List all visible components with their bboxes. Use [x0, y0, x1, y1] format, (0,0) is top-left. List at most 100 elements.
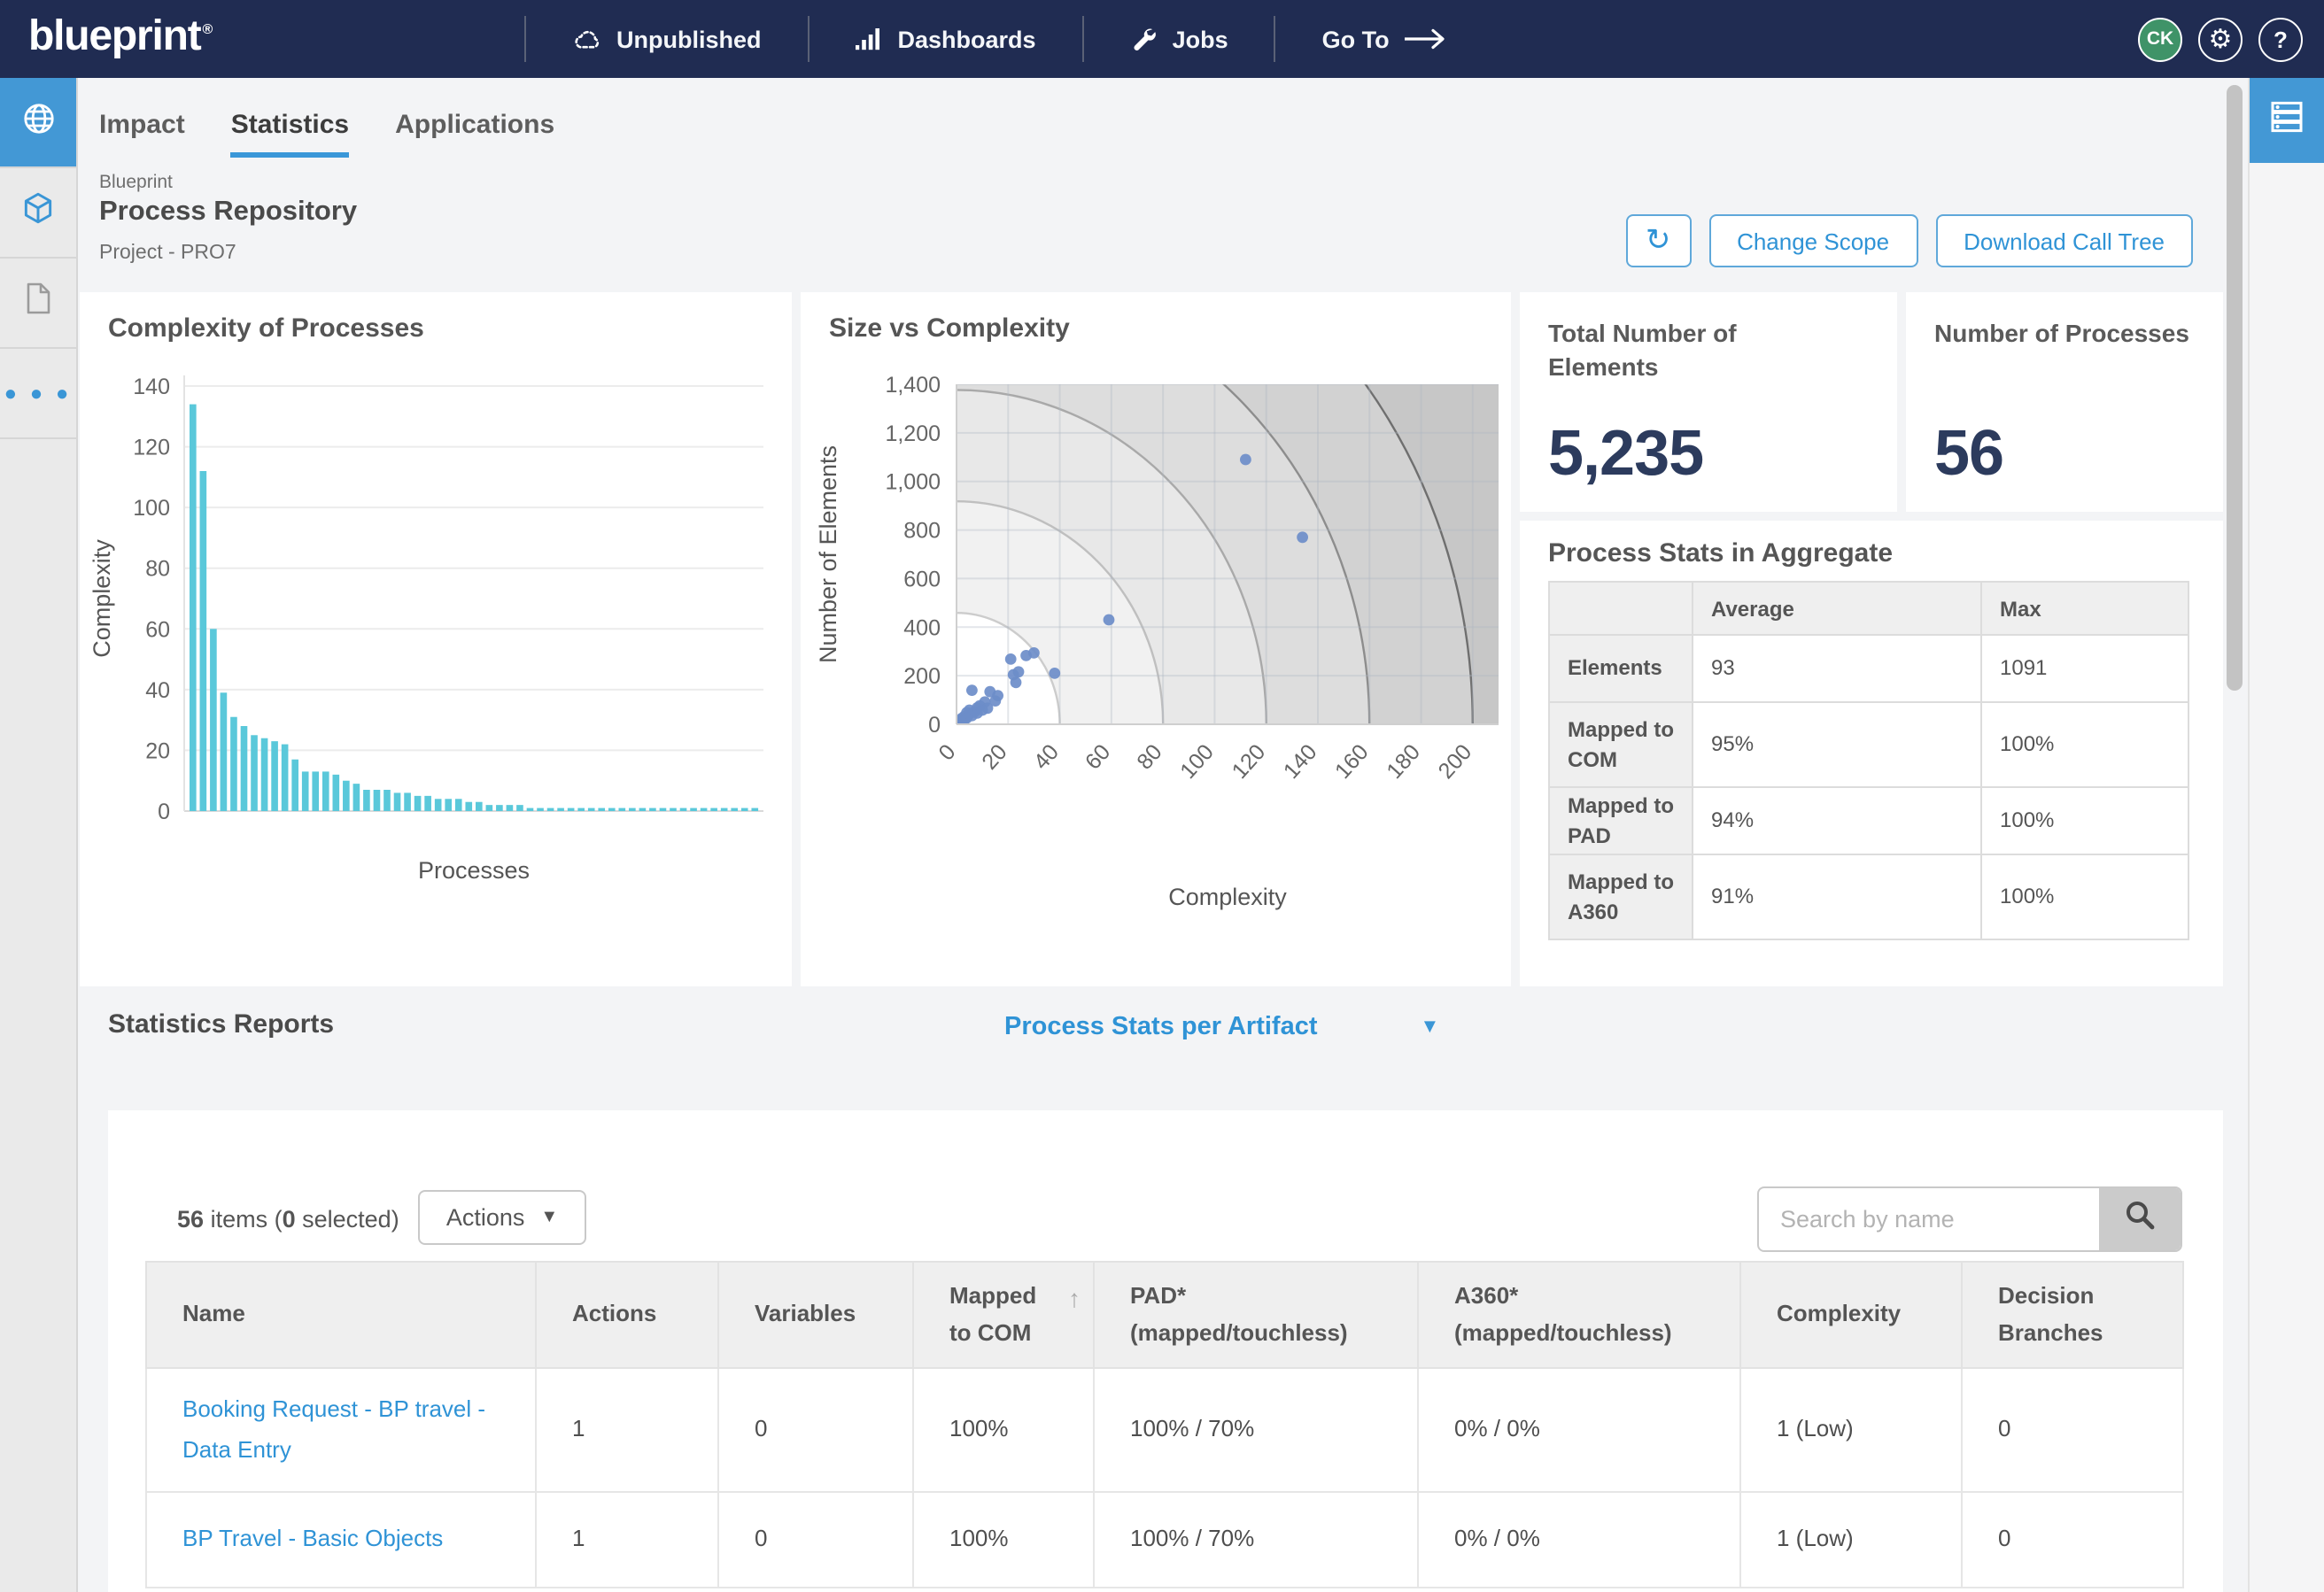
gear-icon: ⚙ — [2209, 26, 2233, 52]
column-header-pad-[interactable]: PAD*(mapped/touchless) — [1094, 1262, 1418, 1368]
sidebar-item-document[interactable] — [0, 259, 76, 349]
change-scope-button[interactable]: Change Scope — [1708, 214, 1917, 267]
items-summary: 56 items (0 selected) — [177, 1206, 399, 1233]
bar — [649, 808, 656, 811]
svg-text:Complexity: Complexity — [89, 539, 115, 658]
svg-text:100: 100 — [133, 496, 170, 521]
actions-button[interactable]: Actions ▼ — [418, 1190, 586, 1245]
sidebar-item-globe[interactable] — [0, 78, 76, 168]
search-button[interactable] — [2099, 1188, 2181, 1250]
settings-button[interactable]: ⚙ — [2198, 17, 2243, 61]
arrow-right-icon — [1404, 28, 1450, 50]
tab-statistics[interactable]: Statistics — [231, 110, 349, 158]
download-call-tree-button[interactable]: Download Call Tree — [1935, 214, 2193, 267]
cell-value: 100% / 70% — [1094, 1368, 1418, 1492]
svg-text:40: 40 — [1029, 739, 1064, 774]
nav-item-dashboards[interactable]: Dashboards — [810, 0, 1082, 78]
bar — [701, 808, 708, 811]
column-header-complexity[interactable]: Complexity — [1740, 1262, 1962, 1368]
aggregate-row: Elements931091 — [1549, 635, 2188, 702]
svg-text:600: 600 — [903, 567, 941, 591]
nav-item-unpublished[interactable]: Unpublished — [526, 0, 808, 78]
process-link[interactable]: BP Travel - Basic Objects — [182, 1526, 443, 1552]
bar — [200, 471, 207, 811]
user-avatar[interactable]: CK — [2138, 17, 2182, 61]
refresh-button[interactable]: ↻ — [1625, 214, 1691, 267]
process-link[interactable]: Booking Request - BP travel - Data Entry — [182, 1396, 485, 1462]
cell-value: 0% / 0% — [1418, 1368, 1740, 1492]
column-header-label: A360*(mapped/touchless) — [1454, 1283, 1672, 1345]
breadcrumb: Blueprint — [99, 172, 173, 193]
cell-value: 100% — [913, 1368, 1094, 1492]
caret-down-icon: ▼ — [540, 1208, 558, 1227]
search-input[interactable] — [1759, 1188, 2099, 1250]
report-type-selector[interactable]: Process Stats per Artifact ▼ — [1004, 1013, 1439, 1041]
bar — [629, 808, 636, 811]
column-header-label: Complexity — [1777, 1301, 1901, 1327]
cell-value: 1 (Low) — [1740, 1368, 1962, 1492]
svg-text:800: 800 — [903, 519, 941, 544]
nav-item-label: Jobs — [1173, 26, 1228, 52]
bar — [414, 796, 422, 811]
nav-item-jobs[interactable]: Jobs — [1084, 0, 1274, 78]
column-header-label: Actions — [572, 1301, 656, 1327]
svg-text:Number of Elements: Number of Elements — [815, 445, 841, 663]
svg-text:0: 0 — [933, 739, 960, 765]
aggregate-average-value: 94% — [1693, 787, 1981, 854]
bar — [221, 692, 228, 811]
tab-applications[interactable]: Applications — [395, 110, 554, 158]
search-box — [1757, 1186, 2182, 1252]
bar — [271, 741, 278, 811]
aggregate-row: Mapped to PAD94%100% — [1549, 787, 2188, 854]
bar — [721, 808, 728, 811]
bar — [588, 808, 595, 811]
help-button[interactable]: ? — [2258, 17, 2303, 61]
wrench-icon — [1130, 25, 1158, 53]
nav-item-label: Unpublished — [616, 26, 762, 52]
table-panel-button[interactable] — [2250, 78, 2324, 163]
scatter-point — [966, 684, 978, 696]
column-header-name[interactable]: Name — [146, 1262, 536, 1368]
right-rail — [2248, 78, 2324, 1592]
tab-impact[interactable]: Impact — [99, 110, 185, 158]
column-header-actions[interactable]: Actions — [536, 1262, 718, 1368]
bar — [241, 726, 248, 811]
header-buttons: ↻ Change Scope Download Call Tree — [1625, 214, 2193, 267]
bar — [374, 790, 381, 811]
app-logo[interactable]: blueprint® — [28, 12, 212, 62]
bar — [619, 808, 626, 811]
sidebar-item-more[interactable]: ● ● ● — [0, 349, 76, 439]
column-header-a360-[interactable]: A360*(mapped/touchless) — [1418, 1262, 1740, 1368]
column-header-variables[interactable]: Variables — [718, 1262, 913, 1368]
cell-value: 0 — [718, 1492, 913, 1588]
svg-text:60: 60 — [145, 617, 170, 642]
reports-heading: Statistics Reports — [108, 1009, 334, 1039]
bar — [424, 796, 431, 811]
svg-text:140: 140 — [1279, 739, 1322, 784]
svg-text:140: 140 — [133, 375, 170, 399]
column-header-label: PAD*(mapped/touchless) — [1130, 1283, 1348, 1345]
svg-text:40: 40 — [145, 678, 170, 703]
svg-text:0: 0 — [158, 800, 170, 824]
column-header-mapped-to-com[interactable]: Mapped to COM↑ — [913, 1262, 1094, 1368]
bar — [598, 808, 605, 811]
vertical-scrollbar[interactable] — [2227, 85, 2243, 691]
nav-menu: Unpublished Dashboards Jobs Go To — [524, 0, 1496, 78]
sidebar-item-cube[interactable] — [0, 168, 76, 259]
cell-value: 1 — [536, 1368, 718, 1492]
scatter-point — [1049, 668, 1060, 679]
column-header-decision-branches[interactable]: Decision Branches — [1962, 1262, 2183, 1368]
stat-label: Number of Processes — [1934, 317, 2239, 351]
bar — [476, 802, 483, 811]
bar — [486, 805, 493, 811]
refresh-icon: ↻ — [1646, 223, 1671, 259]
bar — [394, 792, 401, 811]
svg-text:200: 200 — [903, 664, 941, 689]
registered-mark: ® — [203, 21, 213, 37]
svg-text:0: 0 — [928, 713, 941, 738]
left-sidebar: ● ● ● — [0, 78, 78, 1592]
bar — [322, 771, 329, 811]
cell-name: Booking Request - BP travel - Data Entry — [146, 1368, 536, 1492]
nav-item-goto[interactable]: Go To — [1276, 0, 1496, 78]
svg-text:120: 120 — [133, 436, 170, 460]
